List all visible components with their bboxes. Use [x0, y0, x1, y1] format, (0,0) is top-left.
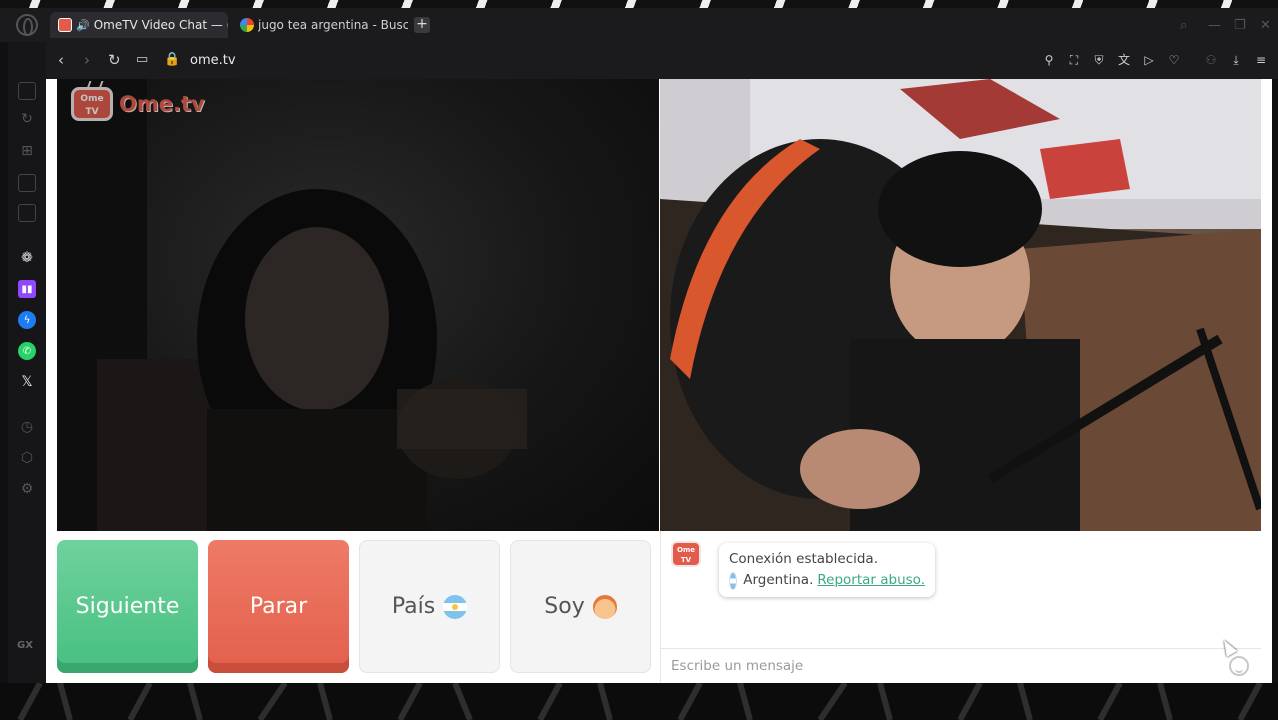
stranger-video: Ome TV Ome.tv	[57, 79, 659, 531]
self-video	[660, 79, 1261, 531]
emoji-picker-icon[interactable]	[1229, 656, 1249, 676]
address-bar: ‹ › ↻ ▭ 🔒 ome.tv ⚲ ⛶ ⛨ 文 ▷ ♡ ⚇ ⤓ ≡	[46, 42, 1278, 79]
stranger-video-scene	[57, 79, 527, 531]
browser-sidebar: ↻ ⊞ ❁ ▮▮ ϟ ✆ 𝕏 ◷ ⬡ ⚙ GX	[8, 42, 46, 683]
message-input-placeholder: Escribe un mensaje	[671, 658, 804, 674]
url-field[interactable]: ome.tv	[190, 53, 236, 68]
chatgpt-icon[interactable]: ❁	[18, 249, 36, 267]
opera-gx-logo-icon[interactable]	[16, 14, 38, 36]
pin-icon[interactable]: ⚲	[1042, 53, 1056, 67]
search-tabs-icon[interactable]: ⌕	[1180, 18, 1187, 33]
boy-emoji-icon	[592, 594, 617, 619]
chat-panel: Ome TV Conexión establecida. Argentina. …	[660, 531, 1261, 683]
close-icon[interactable]: ✕	[1260, 18, 1271, 33]
camera-icon[interactable]: ▭	[136, 52, 148, 67]
ometv-page: Ome TV Ome.tv Siguiente Parar País Soy O…	[46, 79, 1272, 683]
gender-button[interactable]: Soy	[510, 540, 651, 673]
ometv-logo-badge-icon: Ome TV	[71, 87, 113, 121]
country-text: Argentina.	[743, 572, 814, 588]
tab-title: OmeTV Video Chat — (	[93, 18, 228, 32]
heart-icon[interactable]: ♡	[1167, 53, 1181, 67]
desktop-backdrop-top	[0, 0, 1278, 8]
gender-button-label: Soy	[544, 594, 585, 619]
refresh-icon[interactable]: ↻	[18, 110, 36, 128]
ometv-chat-avatar-icon: Ome TV	[671, 541, 701, 567]
download-icon[interactable]: ⤓	[1229, 53, 1243, 67]
menu-icon[interactable]: ≡	[1254, 53, 1268, 67]
speaker-icon[interactable]: 🔊	[76, 19, 90, 32]
self-video-scene	[660, 79, 1261, 531]
minimize-icon[interactable]: —	[1208, 18, 1221, 33]
extensions-icon[interactable]: ⬡	[18, 449, 36, 467]
google-favicon-icon	[240, 18, 254, 32]
gx-label[interactable]: GX	[17, 640, 33, 651]
messenger-icon[interactable]: ϟ	[18, 311, 36, 329]
x-icon[interactable]: 𝕏	[18, 373, 36, 391]
tab-google-search[interactable]: jugo tea argentina - Busca	[232, 12, 408, 38]
browser-titlebar: 🔊 OmeTV Video Chat — ( jugo tea argentin…	[0, 8, 1278, 42]
gaming-icon[interactable]	[18, 82, 36, 100]
ometv-logo-text: Ome.tv	[119, 92, 205, 116]
screen: 🔊 OmeTV Video Chat — ( jugo tea argentin…	[0, 0, 1278, 720]
desktop-backdrop-bottom	[0, 683, 1278, 720]
argentina-flag-icon	[729, 571, 738, 590]
tab-ometv[interactable]: 🔊 OmeTV Video Chat — (	[50, 12, 228, 38]
stop-button-label: Parar	[249, 594, 308, 619]
country-button-label: País	[391, 594, 436, 619]
next-button-label: Siguiente	[75, 594, 180, 619]
cart-icon[interactable]: ⊞	[18, 142, 36, 160]
stop-button[interactable]: Parar	[208, 540, 349, 673]
new-tab-button[interactable]: +	[414, 17, 430, 33]
next-button[interactable]: Siguiente	[57, 540, 198, 673]
connection-status-text: Conexión establecida.	[729, 551, 878, 567]
image-icon[interactable]	[18, 174, 36, 192]
whatsapp-icon[interactable]: ✆	[18, 342, 36, 360]
tab-title: jugo tea argentina - Busca	[258, 18, 408, 32]
lock-icon[interactable]: 🔒	[164, 52, 180, 67]
settings-icon[interactable]: ⚙	[18, 480, 36, 498]
translate-icon[interactable]: 文	[1117, 53, 1131, 67]
country-row: Argentina. Reportar abuso.	[729, 570, 925, 591]
back-icon[interactable]: ‹	[58, 51, 64, 69]
twitch-icon[interactable]: ▮▮	[18, 280, 36, 298]
maximize-icon[interactable]: ❐	[1234, 18, 1246, 33]
report-abuse-link[interactable]: Reportar abuso.	[817, 570, 925, 591]
forward-icon[interactable]: ›	[84, 51, 90, 69]
reload-icon[interactable]: ↻	[108, 51, 121, 69]
mail-icon[interactable]	[18, 204, 36, 222]
message-input[interactable]: Escribe un mensaje	[661, 648, 1261, 683]
ometv-logo[interactable]: Ome TV Ome.tv	[71, 87, 205, 121]
system-message-bubble: Conexión establecida. Argentina. Reporta…	[719, 543, 935, 597]
send-icon[interactable]: ▷	[1142, 53, 1156, 67]
profile-icon[interactable]: ⚇	[1204, 53, 1218, 67]
argentina-flag-icon	[443, 594, 468, 619]
snapshot-icon[interactable]: ⛶	[1067, 53, 1081, 67]
history-icon[interactable]: ◷	[18, 418, 36, 436]
country-button[interactable]: País	[359, 540, 500, 673]
shield-icon[interactable]: ⛨	[1092, 53, 1106, 67]
ometv-favicon-icon	[58, 18, 72, 32]
